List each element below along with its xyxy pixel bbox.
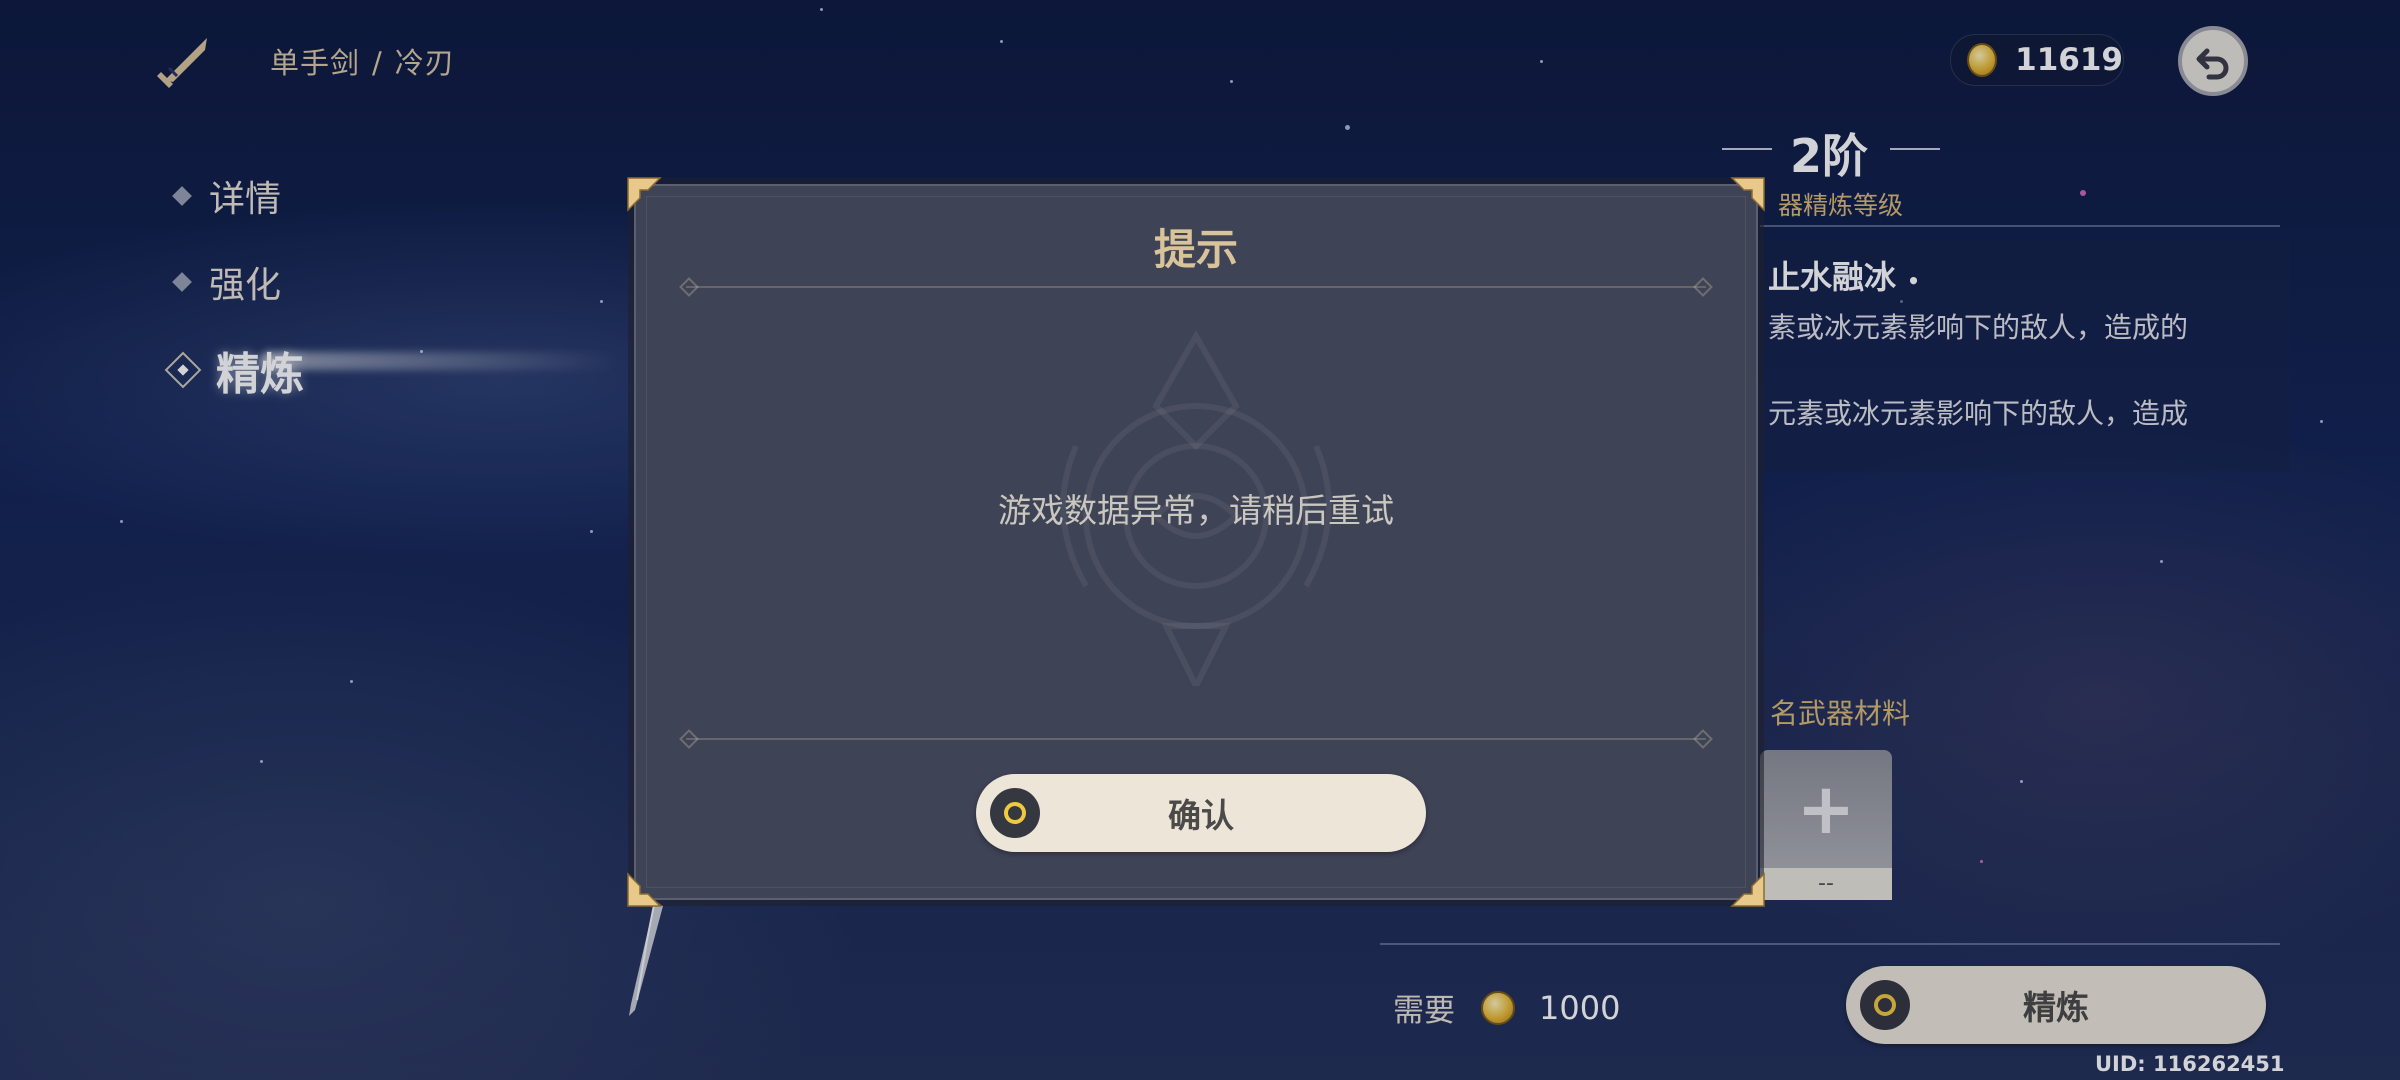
corner-ornament-icon: [1730, 177, 1765, 212]
alert-dialog: 提示 游戏数据异常，请稍后重试 确认: [627, 177, 1765, 907]
dialog-divider: [686, 738, 1706, 740]
confirm-button[interactable]: 确认: [976, 774, 1426, 852]
dialog-divider: [686, 286, 1706, 288]
dialog-message: 游戏数据异常，请稍后重试: [998, 491, 1394, 530]
confirm-button-label: 确认: [1168, 796, 1234, 835]
corner-ornament-icon: [1730, 872, 1765, 907]
confirm-circle-icon: [990, 788, 1040, 838]
corner-ornament-icon: [627, 177, 662, 212]
dialog-title: 提示: [1153, 225, 1238, 274]
corner-ornament-icon: [627, 872, 662, 907]
